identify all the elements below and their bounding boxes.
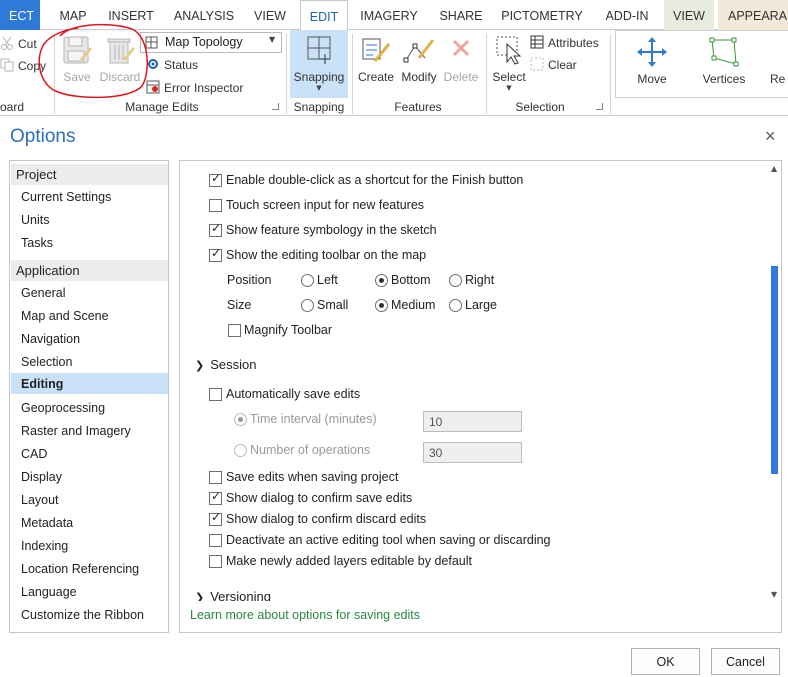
feature-symbology-checkbox[interactable] — [209, 221, 222, 237]
position-bottom-label: Bottom — [391, 273, 431, 287]
nav-item-language[interactable]: Language — [11, 581, 168, 602]
number-of-operations-input[interactable]: 30 — [423, 442, 522, 463]
nav-item-selection[interactable]: Selection — [11, 351, 168, 372]
versioning-header-label: Versioning — [210, 589, 271, 601]
feature-symbology-label: Show feature symbology in the sketch — [226, 223, 437, 237]
nav-item-location-referencing[interactable]: Location Referencing — [11, 558, 168, 579]
touch-screen-checkbox[interactable] — [209, 199, 222, 212]
nav-item-customize-the-ribbon[interactable]: Customize the Ribbon — [11, 604, 168, 625]
size-large-radio[interactable] — [449, 299, 462, 312]
scrollbar-thumb[interactable] — [771, 266, 778, 474]
auto-save-checkbox[interactable] — [209, 388, 222, 401]
nav-item-editing[interactable]: Editing — [11, 373, 168, 394]
magnify-toolbar-checkbox[interactable] — [228, 324, 241, 337]
size-large-label: Large — [465, 298, 497, 312]
position-label: Position — [227, 273, 272, 287]
nav-item-cad[interactable]: CAD — [11, 443, 168, 464]
deactivate-tool-label: Deactivate an active editing tool when s… — [226, 533, 551, 547]
versioning-section-header[interactable]: ❯ Versioning — [195, 587, 271, 601]
save-when-saving-project-label: Save edits when saving project — [226, 470, 399, 484]
confirm-save-checkbox[interactable] — [209, 489, 222, 505]
annotation-circle-save-discard — [38, 23, 148, 99]
position-bottom-radio[interactable] — [375, 274, 388, 287]
confirm-discard-label: Show dialog to confirm discard edits — [226, 512, 427, 526]
nav-item-display[interactable]: Display — [11, 466, 168, 487]
nav-header-project: Project — [11, 164, 168, 185]
number-of-operations-label: Number of operations — [250, 443, 371, 457]
position-left-radio[interactable] — [301, 274, 314, 287]
size-small-radio[interactable] — [301, 299, 314, 312]
session-header-label: Session — [210, 357, 257, 372]
double-click-finish-checkbox[interactable] — [209, 171, 222, 187]
make-editable-label: Make newly added layers editable by defa… — [226, 554, 472, 568]
double-click-finish-label: Enable double-click as a shortcut for th… — [226, 173, 524, 187]
session-section-header[interactable]: ❯ Session — [195, 355, 256, 375]
make-editable-checkbox[interactable] — [209, 555, 222, 568]
magnify-toolbar-label: Magnify Toolbar — [244, 323, 333, 337]
nav-item-indexing[interactable]: Indexing — [11, 535, 168, 556]
touch-screen-label: Touch screen input for new features — [226, 198, 425, 212]
editing-toolbar-checkbox[interactable] — [209, 246, 222, 262]
chevron-down-icon: ❯ — [195, 591, 205, 601]
number-of-operations-radio[interactable] — [234, 444, 247, 457]
nav-item-current-settings[interactable]: Current Settings — [11, 186, 168, 207]
cancel-button[interactable]: Cancel — [711, 648, 780, 675]
close-icon[interactable]: × — [765, 126, 776, 147]
nav-item-tasks[interactable]: Tasks — [11, 232, 168, 253]
nav-item-metadata[interactable]: Metadata — [11, 512, 168, 533]
options-nav-panel: Project Current Settings Units Tasks App… — [9, 160, 169, 633]
nav-item-map-and-scene[interactable]: Map and Scene — [11, 305, 168, 326]
nav-item-geoprocessing[interactable]: Geoprocessing — [11, 397, 168, 418]
nav-item-units[interactable]: Units — [11, 209, 168, 230]
auto-save-label: Automatically save edits — [226, 387, 361, 401]
nav-header-application: Application — [11, 260, 168, 281]
nav-item-raster-and-imagery[interactable]: Raster and Imagery — [11, 420, 168, 441]
scroll-up-icon[interactable]: ▲ — [771, 164, 777, 173]
confirm-save-label: Show dialog to confirm save edits — [226, 491, 413, 505]
position-right-label: Right — [465, 273, 495, 287]
confirm-discard-checkbox[interactable] — [209, 510, 222, 526]
time-interval-label: Time interval (minutes) — [250, 412, 377, 426]
nav-item-navigation[interactable]: Navigation — [11, 328, 168, 349]
nav-item-general[interactable]: General — [11, 282, 168, 303]
dialog-title: Options — [10, 126, 76, 147]
size-small-label: Small — [317, 298, 349, 312]
time-interval-input[interactable]: 10 — [423, 411, 522, 432]
time-interval-radio[interactable] — [234, 413, 247, 426]
position-left-label: Left — [317, 273, 338, 287]
scroll-down-icon[interactable]: ▼ — [771, 590, 777, 599]
size-label: Size — [227, 298, 252, 312]
position-right-radio[interactable] — [449, 274, 462, 287]
deactivate-tool-checkbox[interactable] — [209, 534, 222, 547]
chevron-down-icon: ❯ — [195, 359, 205, 372]
save-when-saving-project-checkbox[interactable] — [209, 471, 222, 484]
editing-toolbar-label: Show the editing toolbar on the map — [226, 248, 427, 262]
size-medium-label: Medium — [391, 298, 436, 312]
ok-button[interactable]: OK — [631, 648, 700, 675]
size-medium-radio[interactable] — [375, 299, 388, 312]
learn-more-link[interactable]: Learn more about options for saving edit… — [190, 608, 420, 622]
nav-item-layout[interactable]: Layout — [11, 489, 168, 510]
